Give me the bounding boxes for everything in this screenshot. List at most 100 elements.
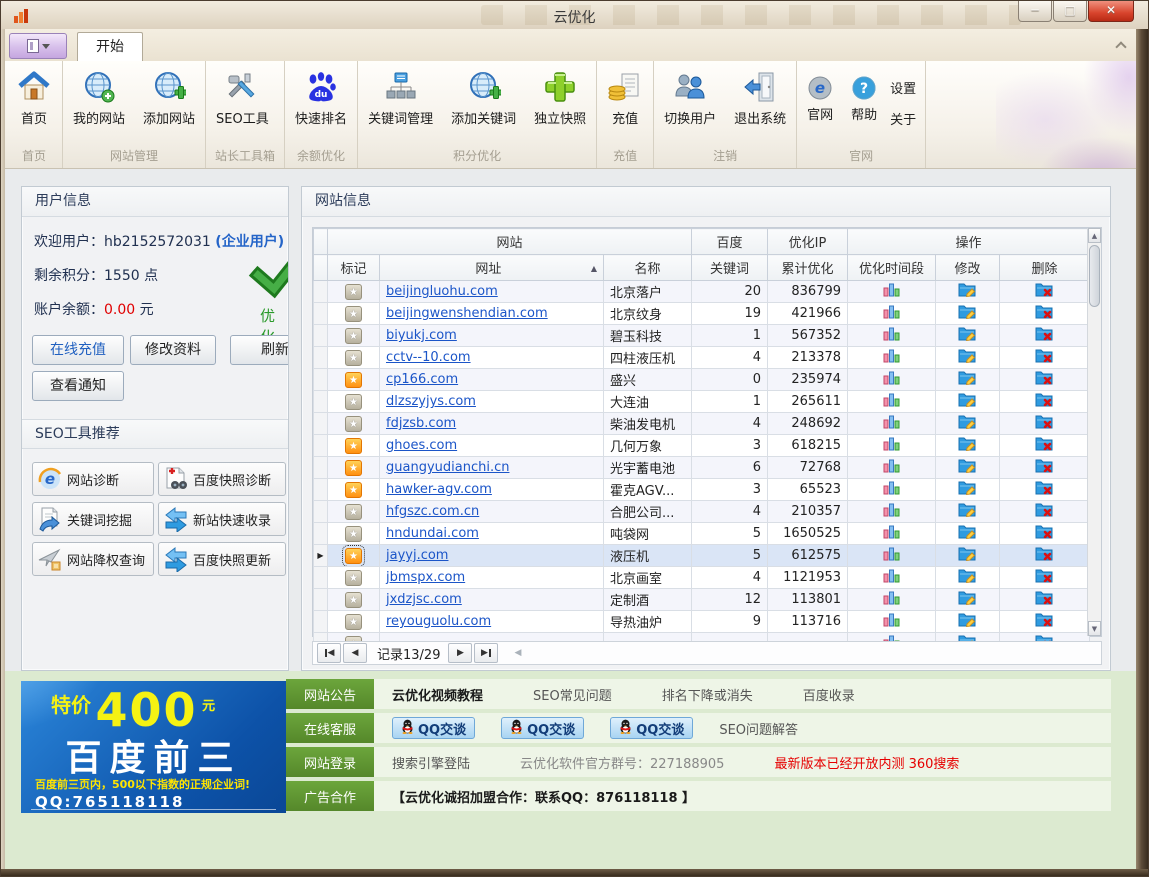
- delete-icon[interactable]: [1000, 545, 1090, 567]
- star-icon[interactable]: ★: [345, 350, 362, 366]
- site-url-link[interactable]: jxdzjsc.com: [386, 592, 462, 607]
- column-header[interactable]: 网址▲: [380, 255, 604, 281]
- qq-chat-button[interactable]: QQ交谈: [501, 717, 584, 739]
- star-icon[interactable]: ★: [345, 482, 362, 498]
- table-row[interactable]: ★hfgszc.com.cn合肥公司...4210357: [314, 501, 1090, 523]
- tab-start[interactable]: 开始: [77, 32, 143, 61]
- time-chart-icon[interactable]: [848, 413, 936, 435]
- time-chart-icon[interactable]: [848, 589, 936, 611]
- site-url-link[interactable]: jayyj.com: [386, 548, 448, 563]
- ribbon-button[interactable]: 退出系统: [725, 66, 795, 130]
- table-row[interactable]: ★jbmspx.com北京画室41121953: [314, 567, 1090, 589]
- ribbon-button[interactable]: du快速排名: [286, 66, 356, 130]
- site-url-link[interactable]: dlzszyjys.com: [386, 394, 476, 409]
- site-url-link[interactable]: jbmspx.com: [386, 570, 465, 585]
- edit-icon[interactable]: [936, 303, 1000, 325]
- seo-tool-button[interactable]: 关键词挖掘: [32, 502, 154, 536]
- table-row[interactable]: ★biyukj.com碧玉科技1567352: [314, 325, 1090, 347]
- site-url-link[interactable]: hfgszc.com.cn: [386, 504, 479, 519]
- vertical-scrollbar[interactable]: ▲ ▼: [1087, 228, 1101, 636]
- view-notice-button[interactable]: 查看通知: [32, 371, 124, 401]
- ribbon-small-button[interactable]: 关于: [890, 109, 916, 128]
- minimize-button[interactable]: ─: [1018, 1, 1052, 22]
- time-chart-icon[interactable]: [848, 369, 936, 391]
- ribbon-button[interactable]: 我的网站: [64, 66, 134, 130]
- time-chart-icon[interactable]: [848, 457, 936, 479]
- mark-cell[interactable]: ★: [328, 391, 380, 413]
- table-row[interactable]: ★cctv--10.com四柱液压机4213378: [314, 347, 1090, 369]
- site-url-link[interactable]: biyukj.com: [386, 328, 457, 343]
- table-row[interactable]: ★cp166.com盛兴0235974: [314, 369, 1090, 391]
- star-icon[interactable]: ★: [345, 306, 362, 322]
- table-row[interactable]: ★hawker-agv.com霍克AGV...365523: [314, 479, 1090, 501]
- ribbon-button[interactable]: 添加关键词: [442, 66, 525, 130]
- delete-icon[interactable]: [1000, 325, 1090, 347]
- edit-icon[interactable]: [936, 347, 1000, 369]
- hscroll-left-arrow-icon[interactable]: ◀: [514, 648, 521, 658]
- site-url-link[interactable]: guangyudianchi.cn: [386, 460, 509, 475]
- delete-icon[interactable]: [1000, 303, 1090, 325]
- bottom-link[interactable]: 云优化视频教程: [392, 685, 483, 704]
- edit-icon[interactable]: [936, 435, 1000, 457]
- star-icon[interactable]: ★: [345, 504, 362, 520]
- star-icon[interactable]: ★: [345, 592, 362, 608]
- column-header[interactable]: 删除: [1000, 255, 1090, 281]
- mark-cell[interactable]: ★: [328, 479, 380, 501]
- site-url-link[interactable]: fdjzsb.com: [386, 416, 456, 431]
- online-recharge-button[interactable]: 在线充值: [32, 335, 124, 365]
- edit-icon[interactable]: [936, 589, 1000, 611]
- column-header[interactable]: 修改: [936, 255, 1000, 281]
- seo-tool-button[interactable]: e网站诊断: [32, 462, 154, 496]
- delete-icon[interactable]: [1000, 369, 1090, 391]
- edit-icon[interactable]: [936, 325, 1000, 347]
- time-chart-icon[interactable]: [848, 347, 936, 369]
- mark-cell[interactable]: ★: [328, 303, 380, 325]
- time-chart-icon[interactable]: [848, 479, 936, 501]
- bottom-link[interactable]: 搜索引擎登陆: [392, 753, 470, 772]
- delete-icon[interactable]: [1000, 435, 1090, 457]
- edit-icon[interactable]: [936, 281, 1000, 303]
- star-icon[interactable]: ★: [345, 614, 362, 630]
- site-url-link[interactable]: reyouguolu.com: [386, 614, 491, 629]
- time-chart-icon[interactable]: [848, 523, 936, 545]
- mark-cell[interactable]: ★: [328, 413, 380, 435]
- mark-cell[interactable]: ★: [328, 589, 380, 611]
- delete-icon[interactable]: [1000, 479, 1090, 501]
- edit-icon[interactable]: [936, 523, 1000, 545]
- ribbon-button[interactable]: 添加网站: [134, 66, 204, 130]
- delete-icon[interactable]: [1000, 347, 1090, 369]
- star-icon[interactable]: ★: [345, 548, 362, 564]
- ribbon-small-button[interactable]: 设置: [890, 78, 916, 97]
- ribbon-collapse-button[interactable]: [1114, 41, 1128, 51]
- mark-cell[interactable]: ★: [328, 545, 380, 567]
- table-row[interactable]: ★jxdzjsc.com定制酒12113801: [314, 589, 1090, 611]
- mark-cell[interactable]: ★: [328, 501, 380, 523]
- mark-cell[interactable]: ★: [328, 457, 380, 479]
- delete-icon[interactable]: [1000, 281, 1090, 303]
- column-header[interactable]: 标记: [328, 255, 380, 281]
- star-icon[interactable]: ★: [345, 394, 362, 410]
- star-icon[interactable]: ★: [345, 526, 362, 542]
- close-button[interactable]: ✕: [1088, 1, 1134, 22]
- time-chart-icon[interactable]: [848, 303, 936, 325]
- ribbon-button[interactable]: 首页: [7, 66, 61, 130]
- scrollbar-thumb[interactable]: [1089, 245, 1100, 307]
- edit-icon[interactable]: [936, 567, 1000, 589]
- ribbon-button[interactable]: 切换用户: [655, 66, 725, 130]
- bottom-link[interactable]: 最新版本已经开放内测 360搜索: [774, 753, 959, 772]
- star-icon[interactable]: ★: [345, 416, 362, 432]
- column-header[interactable]: 优化时间段: [848, 255, 936, 281]
- time-chart-icon[interactable]: [848, 281, 936, 303]
- seo-tool-button[interactable]: 新站快速收录: [158, 502, 286, 536]
- time-chart-icon[interactable]: [848, 501, 936, 523]
- table-row[interactable]: ★beijingwenshendian.com北京纹身19421966: [314, 303, 1090, 325]
- maximize-button[interactable]: □: [1053, 1, 1087, 22]
- edit-icon[interactable]: [936, 479, 1000, 501]
- ribbon-button[interactable]: 独立快照: [525, 66, 595, 130]
- edit-icon[interactable]: [936, 457, 1000, 479]
- star-icon[interactable]: ★: [345, 328, 362, 344]
- site-url-link[interactable]: hawker-agv.com: [386, 482, 492, 497]
- delete-icon[interactable]: [1000, 413, 1090, 435]
- mark-cell[interactable]: ★: [328, 523, 380, 545]
- ribbon-button[interactable]: ?帮助: [842, 66, 886, 126]
